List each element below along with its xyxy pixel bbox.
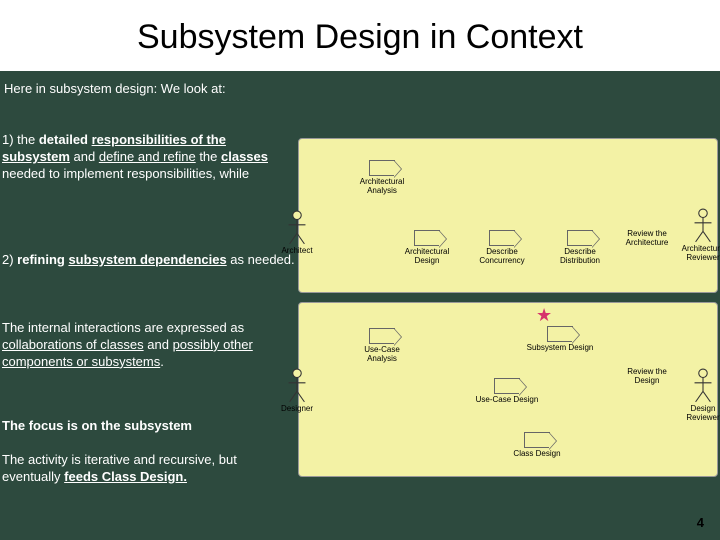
subsystem-design-activity: Subsystem Design: [515, 326, 605, 353]
person-icon: [286, 210, 308, 246]
review-architecture-label: Review the Architecture: [620, 230, 674, 248]
architectural-analysis-activity: Architectural Analysis: [350, 160, 414, 196]
architect-actor: Architect: [272, 210, 322, 255]
star-icon: ★: [536, 305, 552, 326]
paragraph-2: 2) refining subsystem dependencies as ne…: [2, 252, 302, 269]
person-icon: [692, 208, 714, 244]
slide-title: Subsystem Design in Context: [0, 0, 720, 65]
workflow-diagram: Architect Architecture Reviewer Designer…: [280, 130, 720, 510]
describe-concurrency-activity: Describe Concurrency: [470, 230, 534, 266]
design-reviewer-actor: Design Reviewer: [678, 368, 720, 422]
page-number: 4: [697, 515, 704, 530]
class-design-activity: Class Design: [505, 432, 569, 459]
paragraph-4: The focus is on the subsystem: [2, 418, 302, 435]
architecture-reviewer-actor: Architecture Reviewer: [678, 208, 720, 262]
paragraph-3: The internal interactions are expressed …: [2, 320, 302, 371]
architectural-design-activity: Architectural Design: [395, 230, 459, 266]
person-icon: [692, 368, 714, 404]
paragraph-5: The activity is iterative and recursive,…: [2, 452, 272, 486]
describe-distribution-activity: Describe Distribution: [548, 230, 612, 266]
use-case-analysis-activity: Use-Case Analysis: [350, 328, 414, 364]
review-design-label: Review the Design: [620, 368, 674, 386]
intro-text: Here in subsystem design: We look at:: [0, 71, 720, 104]
use-case-design-activity: Use-Case Design: [475, 378, 539, 405]
paragraph-1: 1) the detailed responsibilities of the …: [2, 132, 297, 183]
designer-actor: Designer: [272, 368, 322, 413]
person-icon: [286, 368, 308, 404]
